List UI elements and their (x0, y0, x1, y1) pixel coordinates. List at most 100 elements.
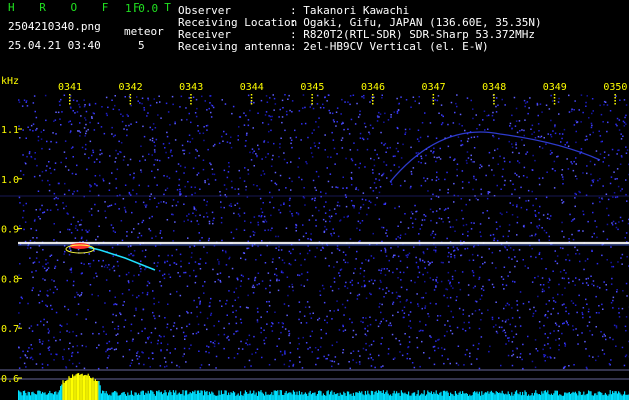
level-bar (582, 394, 584, 400)
noise-dot (404, 233, 407, 235)
level-bar (597, 391, 599, 400)
level-bar (562, 395, 564, 400)
level-bar (456, 393, 458, 400)
noise-dot (450, 101, 453, 104)
level-bar (408, 391, 410, 400)
noise-dot (470, 222, 473, 224)
x-tick-mark (372, 97, 374, 99)
level-bar (132, 394, 134, 400)
noise-dot (299, 311, 301, 313)
noise-dot (353, 207, 355, 209)
noise-dot (369, 101, 371, 103)
noise-dot (561, 332, 563, 335)
noise-dot (537, 295, 539, 298)
noise-dot (380, 281, 382, 283)
noise-dot (249, 109, 251, 112)
noise-dot (97, 367, 100, 370)
noise-dot (294, 129, 296, 132)
noise-dot (154, 327, 157, 330)
noise-dot (433, 236, 435, 239)
noise-dot (115, 314, 117, 317)
noise-dot (68, 228, 71, 231)
noise-dot (585, 135, 588, 138)
noise-dot (78, 103, 80, 106)
noise-dot (175, 204, 178, 207)
noise-dot (589, 330, 591, 332)
noise-dot (70, 130, 72, 132)
noise-dot (99, 153, 101, 156)
noise-dot (195, 275, 197, 278)
noise-dot (567, 324, 570, 326)
noise-dot (301, 273, 303, 275)
noise-dot (207, 239, 210, 242)
level-bar (420, 394, 422, 400)
noise-dot (548, 277, 550, 280)
noise-dot (167, 343, 169, 346)
noise-dot (214, 179, 217, 181)
noise-dot (463, 321, 465, 324)
x-tick-mark (69, 103, 71, 105)
level-bar (506, 394, 508, 400)
noise-dot (362, 321, 364, 324)
noise-dot (338, 329, 341, 331)
noise-dot (308, 306, 311, 308)
noise-dot (426, 248, 429, 250)
noise-dot (468, 199, 471, 201)
noise-dot (554, 322, 557, 324)
level-bar (415, 395, 417, 400)
noise-dot (353, 142, 355, 144)
noise-dot (309, 312, 311, 315)
noise-dot (63, 94, 66, 96)
noise-dot (466, 97, 469, 99)
noise-dot (236, 330, 239, 332)
noise-dot (35, 363, 38, 365)
noise-dot (303, 187, 305, 189)
noise-dot (228, 290, 230, 292)
noise-dot (175, 170, 178, 173)
noise-dot (145, 341, 147, 344)
noise-dot (532, 154, 534, 157)
noise-dot (452, 246, 455, 248)
noise-dot (43, 211, 46, 213)
noise-dot (538, 239, 540, 241)
noise-dot (30, 325, 33, 327)
noise-dot (495, 324, 497, 326)
noise-dot (547, 343, 549, 345)
noise-dot (586, 95, 588, 97)
noise-dot (518, 175, 520, 178)
noise-dot (54, 265, 57, 268)
level-bar (66, 380, 68, 400)
noise-dot (27, 302, 29, 305)
noise-dot (511, 258, 513, 260)
noise-dot (43, 324, 45, 326)
level-bar (613, 392, 615, 400)
level-bar (548, 394, 550, 400)
noise-dot (458, 123, 461, 125)
noise-dot (541, 111, 543, 113)
noise-dot (379, 302, 381, 305)
noise-dot (553, 330, 555, 332)
noise-dot (102, 180, 105, 182)
noise-dot (88, 253, 90, 255)
noise-dot (288, 205, 291, 207)
noise-dot (199, 303, 201, 305)
noise-dot (370, 343, 373, 346)
noise-dot (238, 347, 240, 350)
noise-dot (124, 184, 127, 186)
noise-dot (486, 115, 488, 117)
noise-dot (57, 208, 59, 211)
noise-dot (410, 301, 412, 304)
level-bar (218, 390, 220, 400)
y-tick-label: 1.1 (1, 125, 19, 136)
noise-dot (488, 248, 490, 250)
noise-dot (115, 157, 117, 159)
noise-dot (349, 95, 352, 97)
noise-dot (188, 262, 190, 264)
noise-dot (234, 299, 236, 301)
level-bar (404, 392, 406, 400)
noise-dot (156, 184, 158, 186)
noise-dot (358, 293, 361, 296)
noise-dot (528, 107, 530, 109)
noise-dot (42, 249, 44, 251)
noise-dot (81, 146, 84, 149)
